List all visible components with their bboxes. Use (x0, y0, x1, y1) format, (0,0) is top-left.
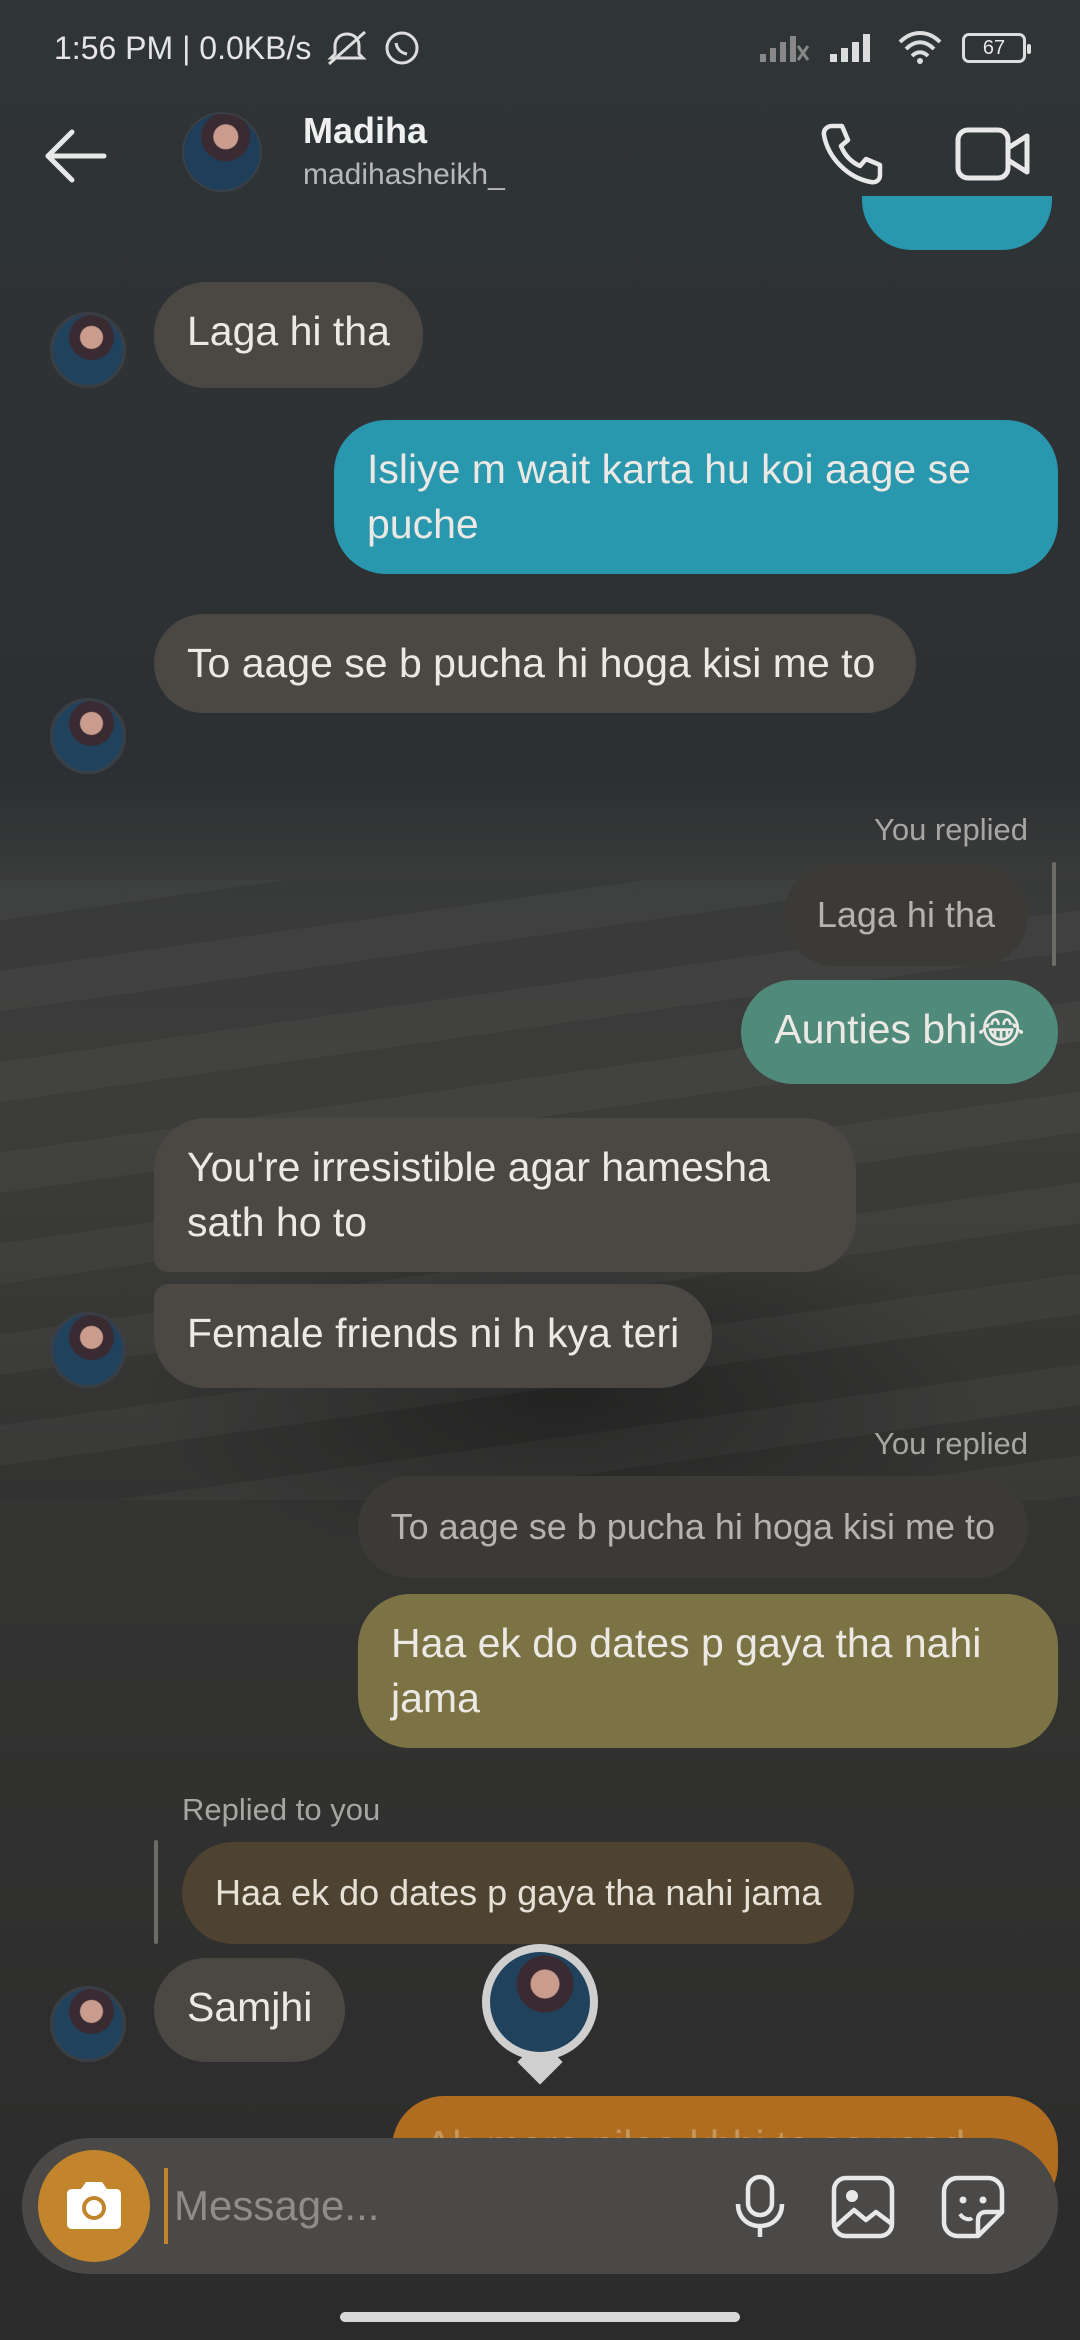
message-composer (22, 2138, 1058, 2274)
battery-indicator: 67 (962, 33, 1031, 63)
avatar[interactable] (50, 312, 126, 388)
back-arrow-icon[interactable] (40, 126, 110, 186)
reply-indicator-bar (154, 1840, 158, 1944)
mic-icon[interactable] (730, 2174, 790, 2240)
signal-icon (830, 34, 870, 62)
reply-label: Replied to you (182, 1792, 381, 1827)
signal-icon (760, 36, 810, 62)
quoted-message[interactable]: Haa ek do dates p gaya tha nahi jama (182, 1842, 855, 1944)
sticker-icon[interactable] (940, 2174, 1006, 2240)
message-bubble-incoming[interactable]: To aage se b pucha hi hoga kisi me to (154, 614, 916, 713)
reply-label: You replied (874, 1426, 1028, 1461)
avatar[interactable] (182, 112, 262, 192)
phone-icon[interactable] (818, 120, 886, 188)
message-bubble-outgoing[interactable]: Isliye m wait karta hu koi aage se puche (334, 420, 1058, 574)
typing-avatar (482, 1944, 598, 2078)
message-bubble-outgoing[interactable]: Haa ek do dates p gaya tha nahi jama (358, 1594, 1058, 1748)
message-bubble-incoming[interactable]: Laga hi tha (154, 282, 423, 388)
status-time: 1:56 PM | 0.0KB/s (54, 29, 312, 66)
avatar[interactable] (50, 698, 126, 774)
quoted-message[interactable]: To aage se b pucha hi hoga kisi me to (357, 1476, 1028, 1578)
camera-icon (67, 2182, 121, 2229)
video-camera-icon[interactable] (955, 124, 1031, 184)
avatar[interactable] (50, 1312, 126, 1388)
home-indicator[interactable] (340, 2312, 740, 2322)
message-bubble-partial[interactable] (862, 196, 1052, 250)
avatar[interactable] (50, 1986, 126, 2062)
wifi-icon (898, 31, 942, 64)
reply-label: You replied (874, 812, 1028, 847)
gallery-icon[interactable] (830, 2174, 896, 2240)
status-bar: 1:56 PM | 0.0KB/s 67 (0, 0, 1080, 96)
reply-indicator-bar (1052, 862, 1056, 966)
quoted-message[interactable]: Laga hi tha (783, 864, 1028, 966)
message-bubble-outgoing[interactable]: Aunties bhi😂 (741, 980, 1058, 1084)
message-bubble-incoming[interactable]: You're irresistible agar hamesha sath ho… (154, 1118, 856, 1272)
whatsapp-icon (385, 31, 419, 65)
camera-button[interactable] (38, 2150, 150, 2262)
message-input[interactable] (164, 2168, 704, 2244)
contact-name[interactable]: Madiha (303, 110, 427, 152)
contact-username[interactable]: madihasheikh_ (303, 158, 505, 192)
mute-icon (327, 30, 367, 66)
message-bubble-incoming[interactable]: Samjhi (154, 1958, 346, 2062)
message-bubble-incoming[interactable]: Female friends ni h kya teri (154, 1284, 713, 1388)
